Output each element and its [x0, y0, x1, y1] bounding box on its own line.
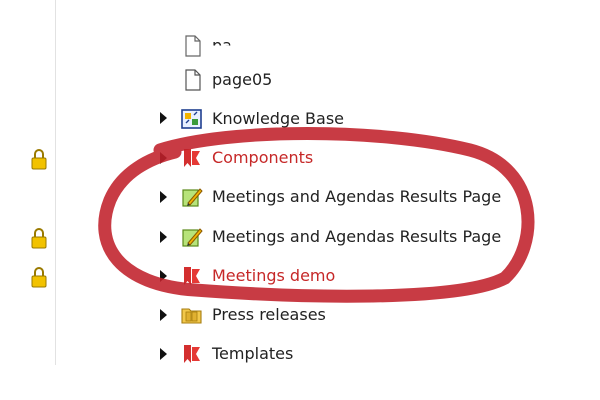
red-bookmark-icon [184, 149, 200, 167]
expand-arrow-icon[interactable] [160, 112, 167, 124]
tree-item-label: Templates [212, 344, 294, 363]
red-bookmark-icon [184, 345, 200, 363]
pencil-page-icon [182, 228, 203, 247]
tree-gutter-divider [55, 0, 56, 365]
lock-icon [31, 149, 47, 170]
expand-arrow-icon[interactable] [160, 270, 167, 282]
red-bookmark-icon [184, 267, 200, 285]
page-icon [185, 35, 201, 57]
expand-arrow-icon[interactable] [160, 231, 167, 243]
tree-item-label: Meetings demo [212, 266, 336, 285]
tree-item-label: page05 [212, 70, 273, 89]
pencil-page-icon [182, 188, 203, 207]
expand-arrow-icon[interactable] [160, 152, 167, 164]
tree-item-label: Knowledge Base [212, 109, 344, 128]
expand-arrow-icon[interactable] [160, 348, 167, 360]
tree-item-label: Meetings and Agendas Results Page [212, 187, 502, 206]
tree-item-label: Meetings and Agendas Results Page [212, 227, 502, 246]
folder-icon [181, 308, 202, 324]
page-icon [185, 69, 201, 91]
expand-arrow-icon[interactable] [160, 309, 167, 321]
expand-arrow-icon[interactable] [160, 191, 167, 203]
knowledge-base-icon [181, 109, 202, 129]
tree-item-label: pa [212, 36, 232, 55]
lock-icon [31, 228, 47, 249]
lock-icon [31, 267, 47, 288]
tree-item-label: Components [212, 148, 314, 167]
tree-item-label: Press releases [212, 305, 326, 324]
